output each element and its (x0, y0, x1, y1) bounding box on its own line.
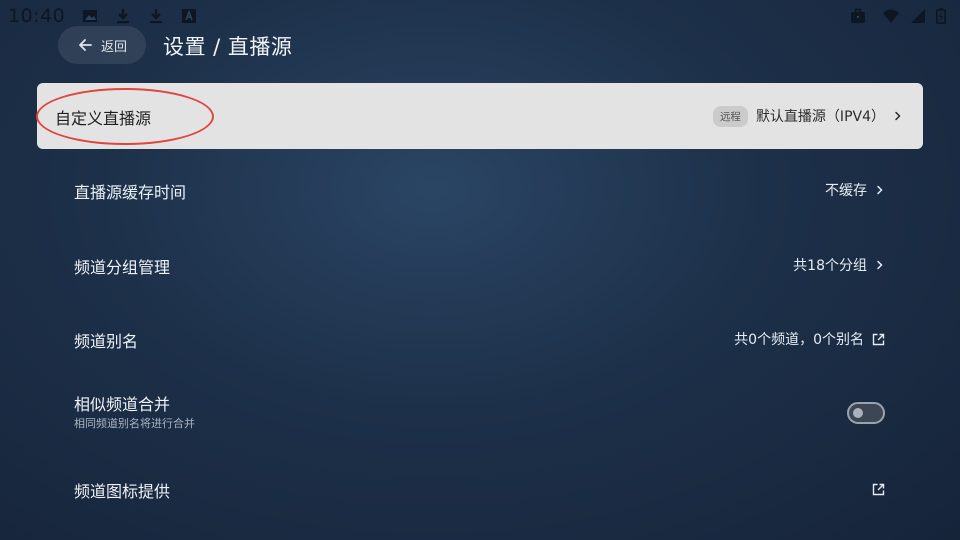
status-bar: 10:40 (0, 0, 960, 36)
row-label: 相似频道合并 (74, 395, 171, 414)
back-button[interactable]: 返回 (58, 26, 146, 64)
signal-icon (910, 8, 926, 24)
row-value: 不缓存 (825, 183, 867, 199)
briefcase-icon (850, 8, 866, 24)
row-label: 直播源缓存时间 (74, 183, 187, 202)
row-value: 共18个分组 (793, 258, 867, 274)
setting-row-channel-icon-provider[interactable]: 频道图标提供 (37, 456, 923, 522)
setting-row-cache-time[interactable]: 直播源缓存时间 不缓存 (37, 157, 923, 223)
chevron-right-icon (895, 111, 901, 121)
chevron-right-icon (877, 260, 883, 270)
chevron-right-icon (877, 185, 883, 195)
wifi-icon (883, 8, 899, 24)
image-icon (82, 8, 98, 24)
setting-row-custom-live-source[interactable]: 自定义直播源 远程 默认直播源（IPV4） (37, 83, 923, 149)
text-a-icon (181, 8, 197, 24)
open-external-icon (872, 483, 885, 495)
arrow-left-icon (79, 39, 92, 51)
row-label: 频道分组管理 (74, 258, 171, 277)
download-icon (115, 8, 131, 24)
merge-toggle[interactable] (847, 402, 885, 424)
open-external-icon (872, 333, 885, 345)
row-value: 共0个频道，0个别名 (734, 332, 864, 348)
row-label: 自定义直播源 (55, 109, 152, 128)
status-time: 10:40 (8, 5, 66, 27)
setting-row-channel-alias[interactable]: 频道别名 共0个频道，0个别名 (37, 306, 923, 372)
page-title: 设置 / 直播源 (163, 35, 293, 59)
setting-row-channel-groups[interactable]: 频道分组管理 共18个分组 (37, 232, 923, 298)
battery-icon (936, 8, 946, 24)
remote-badge: 远程 (712, 105, 748, 127)
row-label: 频道图标提供 (74, 482, 171, 501)
setting-row-merge-similar[interactable]: 相似频道合并 相同频道别名将进行合并 (37, 380, 923, 446)
toggle-knob (853, 408, 863, 418)
row-value: 默认直播源（IPV4） (755, 109, 885, 125)
row-label: 频道别名 (74, 332, 139, 351)
back-button-label: 返回 (100, 39, 127, 55)
download-icon (148, 8, 164, 24)
row-subtitle: 相同频道别名将进行合并 (74, 417, 195, 430)
